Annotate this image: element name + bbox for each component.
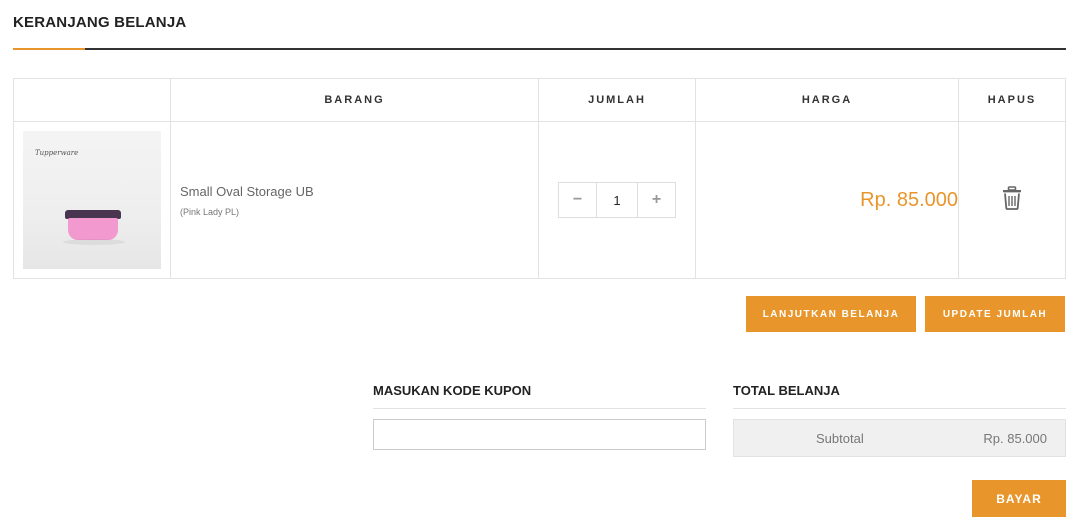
header-quantity: JUMLAH (538, 78, 696, 122)
product-price: Rp. 85.000 (695, 121, 959, 279)
increase-quantity-button[interactable]: + (638, 183, 675, 217)
page-title: KERANJANG BELANJA (13, 14, 187, 31)
container-shadow (63, 239, 125, 245)
coupon-title: MASUKAN KODE KUPON (373, 383, 532, 398)
brand-logo: Tupperware (35, 149, 79, 157)
title-divider (13, 48, 1066, 50)
product-image-cell: Tupperware (13, 121, 171, 279)
total-title: TOTAL BELANJA (733, 383, 840, 398)
continue-shopping-button[interactable]: LANJUTKAN BELANJA (746, 296, 916, 332)
product-info-cell: Small Oval Storage UB (Pink Lady PL) (170, 121, 539, 279)
subtotal-row: Subtotal Rp. 85.000 (733, 419, 1066, 457)
product-variant: (Pink Lady PL) (180, 206, 240, 217)
title-accent-bar (13, 48, 85, 50)
quantity-input[interactable]: 1 (596, 183, 638, 217)
delete-cell (958, 121, 1066, 279)
product-image[interactable]: Tupperware (23, 131, 161, 269)
update-quantity-button[interactable]: UPDATE JUMLAH (925, 296, 1065, 332)
header-image (13, 78, 171, 122)
header-price: HARGA (695, 78, 959, 122)
table-row: Tupperware Small Oval Storage UB (Pink L… (13, 121, 1066, 279)
coupon-divider (373, 408, 706, 409)
coupon-input[interactable] (373, 419, 706, 450)
quantity-cell: − 1 + (538, 121, 696, 279)
quantity-stepper: − 1 + (558, 182, 676, 218)
header-delete: HAPUS (958, 78, 1066, 122)
subtotal-label: Subtotal (816, 431, 864, 446)
cart-table: BARANG JUMLAH HARGA HAPUS Tupperware Sma… (13, 78, 1066, 279)
header-item: BARANG (170, 78, 539, 122)
decrease-quantity-button[interactable]: − (559, 183, 596, 217)
trash-icon[interactable] (1002, 185, 1022, 215)
total-divider (733, 408, 1066, 409)
pay-button[interactable]: BAYAR (972, 480, 1066, 517)
cart-table-header: BARANG JUMLAH HARGA HAPUS (13, 78, 1066, 122)
container-body (68, 218, 118, 240)
subtotal-value: Rp. 85.000 (983, 431, 1047, 446)
product-name[interactable]: Small Oval Storage UB (171, 184, 538, 199)
